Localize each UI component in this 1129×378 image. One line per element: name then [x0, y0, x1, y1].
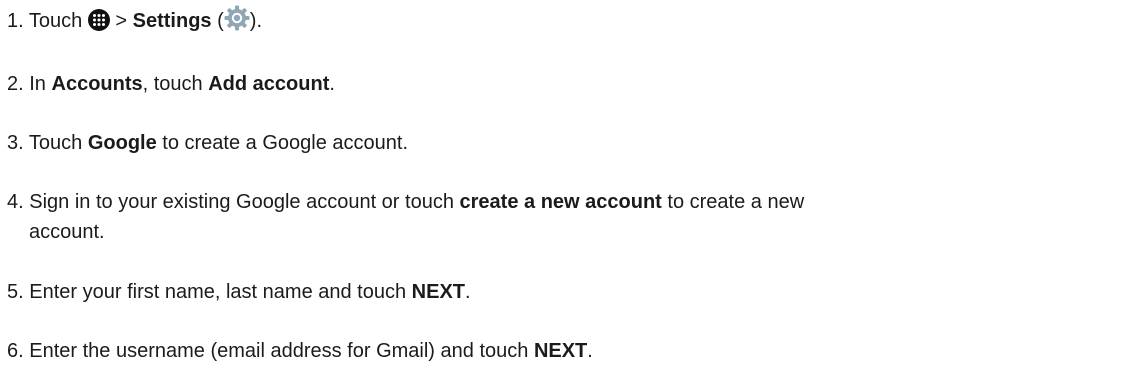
step-emphasis: NEXT	[533, 340, 588, 362]
step-3: 3. Touch Google to create a Google accou…	[7, 128, 408, 158]
step-text: Sign in to your existing Google account …	[29, 191, 454, 213]
step-2: 2. In Accounts, touch Add account.	[7, 69, 335, 99]
step-emphasis: NEXT	[411, 281, 466, 303]
settings-gear-icon	[224, 5, 250, 40]
step-text-continued: account.	[29, 221, 105, 243]
app-drawer-icon	[87, 9, 110, 40]
step-6: 6. Enter the username (email address for…	[7, 336, 593, 366]
step-text: Enter your first name, last name and tou…	[29, 281, 407, 303]
step-text: Touch	[28, 10, 83, 32]
step-number: 5.	[7, 281, 24, 303]
step-text: , touch	[142, 73, 203, 95]
step-emphasis: Add account	[208, 73, 330, 95]
step-number: 1.	[7, 10, 24, 32]
step-emphasis: Settings	[132, 10, 212, 32]
step-number: 3.	[7, 132, 24, 154]
step-text: .	[465, 281, 471, 303]
step-emphasis: Google	[87, 132, 157, 154]
step-text: In	[29, 73, 46, 95]
step-text: >	[115, 10, 128, 32]
step-text: ).	[249, 10, 262, 32]
step-text: Enter the username (email address for Gm…	[29, 340, 529, 362]
step-1: 1. Touch > Settings ().	[7, 5, 262, 40]
step-text: (	[217, 10, 224, 32]
step-number: 6.	[7, 340, 24, 362]
step-emphasis: create a new account	[459, 191, 662, 213]
step-number: 2.	[7, 73, 24, 95]
step-number: 4.	[7, 191, 24, 213]
step-text: to create a new	[667, 191, 805, 213]
step-4: 4. Sign in to your existing Google accou…	[7, 187, 804, 247]
step-emphasis: Accounts	[51, 73, 143, 95]
step-text: to create a Google account.	[162, 132, 408, 154]
step-text: .	[329, 73, 335, 95]
step-5: 5. Enter your first name, last name and …	[7, 277, 471, 307]
step-text: .	[587, 340, 593, 362]
step-text: Touch	[28, 132, 83, 154]
